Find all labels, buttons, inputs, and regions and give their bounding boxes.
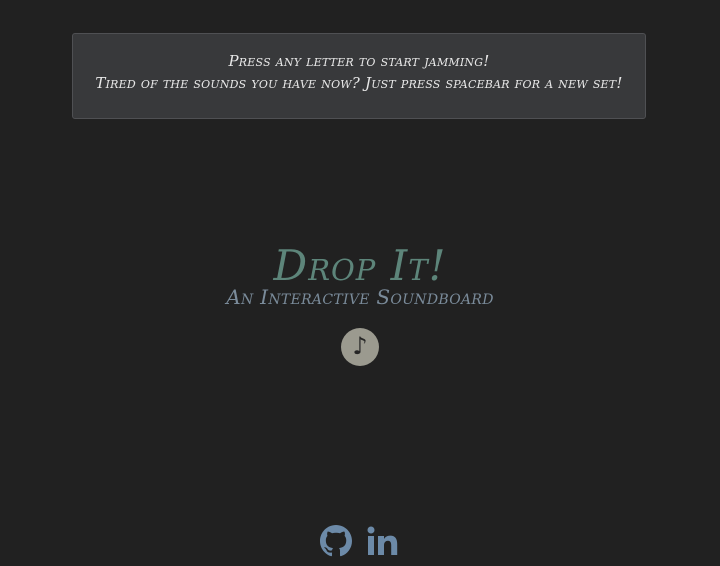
instructions-line-2: Tired of the sounds you have now? Just p… bbox=[95, 74, 623, 92]
hero: Drop It! An Interactive Soundboard bbox=[0, 240, 720, 308]
github-icon bbox=[320, 525, 352, 557]
music-note-icon: ♪ bbox=[352, 332, 368, 360]
github-link[interactable] bbox=[320, 525, 352, 561]
instructions-line-1: Press any letter to start jamming! bbox=[228, 52, 490, 70]
instructions-panel: Press any letter to start jamming! Tired… bbox=[72, 33, 646, 119]
linkedin-icon bbox=[367, 526, 398, 555]
play-sound-button[interactable]: ♪ bbox=[341, 328, 379, 366]
page-subtitle: An Interactive Soundboard bbox=[226, 285, 494, 309]
linkedin-link[interactable] bbox=[366, 525, 400, 561]
social-links bbox=[320, 525, 400, 561]
